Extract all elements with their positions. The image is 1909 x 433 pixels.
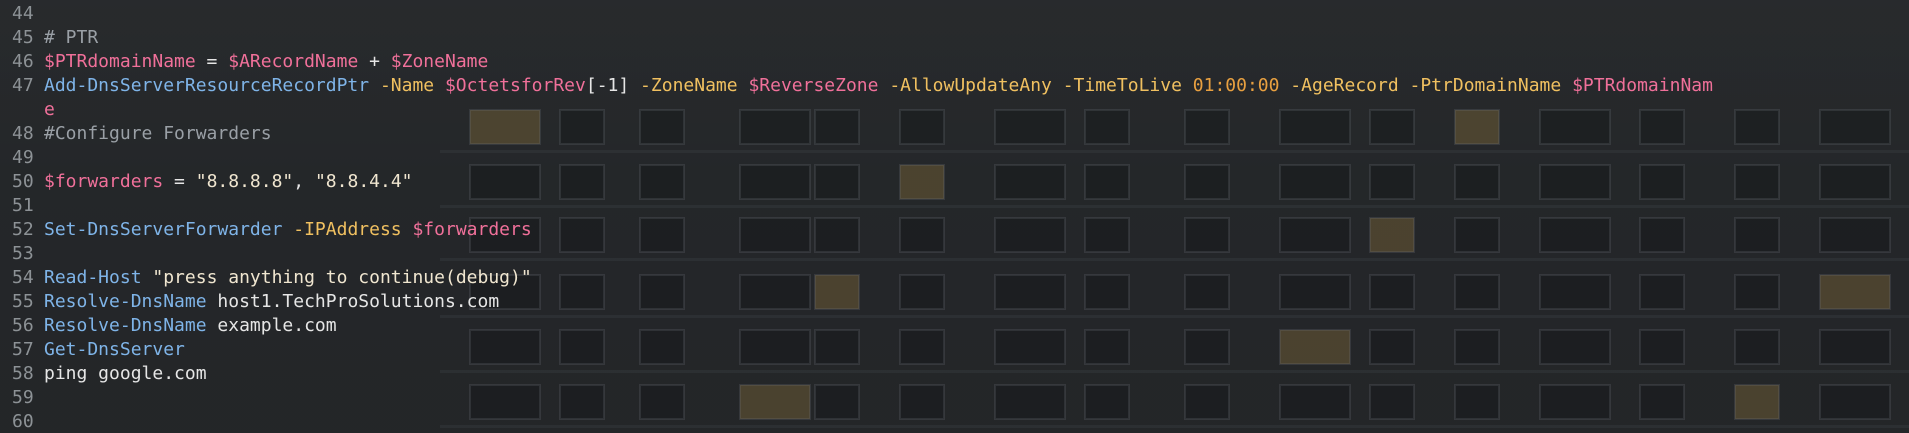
code-line[interactable]: 51 — [0, 194, 1909, 218]
code-token-command: Resolve-DnsName — [44, 291, 207, 312]
code-text[interactable]: Get-DnsServer — [44, 338, 185, 362]
code-token-variable: e — [44, 99, 55, 120]
line-number: 54 — [12, 267, 34, 288]
code-token-parameter: -AgeRecord -PtrDomainName — [1279, 75, 1573, 96]
code-token-comment: # PTR — [44, 27, 99, 48]
code-text[interactable]: ping google.com — [44, 362, 207, 386]
line-number: 47 — [12, 75, 34, 96]
code-token-variable: $PTRdomainNam — [1572, 75, 1713, 96]
line-number: 49 — [12, 147, 34, 168]
code-line[interactable]: 53 — [0, 242, 1909, 266]
code-token-number: 01:00:00 — [1192, 75, 1280, 96]
code-line[interactable]: 48 #Configure Forwarders — [0, 122, 1909, 146]
code-line[interactable]: 54 Read-Host "press anything to continue(… — [0, 266, 1909, 290]
code-token-default: = — [195, 51, 229, 72]
code-token-variable: $PTRdomainName — [44, 51, 196, 72]
code-token-default: ping google.com — [44, 363, 207, 384]
line-number: 60 — [12, 411, 34, 432]
code-token-command: Get-DnsServer — [44, 339, 185, 360]
code-token-variable: $ReverseZone — [748, 75, 879, 96]
code-token-command: Resolve-DnsName — [44, 315, 207, 336]
code-line[interactable]: 47 Add-DnsServerResourceRecordPtr -Name $… — [0, 74, 1909, 98]
code-line[interactable]: 52 Set-DnsServerForwarder -IPAddress $for… — [0, 218, 1909, 242]
code-line[interactable]: 44 — [0, 2, 1909, 26]
code-text[interactable]: # PTR — [44, 26, 98, 50]
code-token-command: Read-Host — [44, 267, 142, 288]
code-token-default: [-1] — [585, 75, 630, 96]
code-line[interactable]: 55 Resolve-DnsName host1.TechProSolutions… — [0, 290, 1909, 314]
code-token-string: "8.8.4.4" — [314, 171, 413, 192]
code-text[interactable]: Add-DnsServerResourceRecordPtr -Name $Oc… — [44, 74, 1713, 98]
code-text[interactable]: Resolve-DnsName example.com — [44, 314, 337, 338]
code-token-parameter: -AllowUpdateAny -TimeToLive — [878, 75, 1193, 96]
code-token-default: = — [163, 171, 196, 192]
line-number: 48 — [12, 123, 34, 144]
code-token-comment: #Configure Forwarders — [44, 123, 272, 144]
code-line[interactable]: 58 ping google.com — [0, 362, 1909, 386]
line-number: 44 — [12, 3, 34, 24]
code-token-default: example.com — [206, 315, 337, 336]
code-token-command: Set-DnsServerForwarder — [44, 219, 283, 240]
line-number: 59 — [12, 387, 34, 408]
line-number: 58 — [12, 363, 34, 384]
code-token-variable: $ARecordName — [228, 51, 359, 72]
code-text[interactable]: Set-DnsServerForwarder -IPAddress $forwa… — [44, 218, 532, 242]
line-number: 50 — [12, 171, 34, 192]
code-text[interactable]: #Configure Forwarders — [44, 122, 272, 146]
code-line[interactable]: e — [0, 98, 1909, 122]
line-number: 56 — [12, 315, 34, 336]
code-token-parameter: -IPAddress — [282, 219, 413, 240]
line-number: 52 — [12, 219, 34, 240]
code-line[interactable]: 50 $forwarders = "8.8.8.8", "8.8.4.4" — [0, 170, 1909, 194]
code-token-default: host1.TechProSolutions.com — [206, 291, 500, 312]
code-token-default: , — [293, 171, 315, 192]
line-number: 53 — [12, 243, 34, 264]
line-number: 46 — [12, 51, 34, 72]
code-token-command: Add-DnsServerResourceRecordPtr — [44, 75, 370, 96]
code-line[interactable]: 60 — [0, 410, 1909, 433]
line-number: 55 — [12, 291, 34, 312]
code-line[interactable]: 45 # PTR — [0, 26, 1909, 50]
code-text[interactable]: $forwarders = "8.8.8.8", "8.8.4.4" — [44, 170, 413, 194]
code-line[interactable]: 49 — [0, 146, 1909, 170]
line-number: 57 — [12, 339, 34, 360]
code-token-variable: $forwarders — [44, 171, 164, 192]
code-line[interactable]: 57 Get-DnsServer — [0, 338, 1909, 362]
line-number: 51 — [12, 195, 34, 216]
code-token-variable: $OctetsforRev — [444, 75, 586, 96]
code-editor[interactable]: 44 45 # PTR 46 $PTRdomainName = $ARecordName… — [0, 0, 1909, 433]
code-text[interactable]: Resolve-DnsName host1.TechProSolutions.c… — [44, 290, 499, 314]
line-number: 45 — [12, 27, 34, 48]
code-line[interactable]: 46 $PTRdomainName = $ARecordName + $ZoneN… — [0, 50, 1909, 74]
code-token-variable: $forwarders — [412, 219, 532, 240]
code-token-string: "press anything to continue(debug)" — [141, 267, 532, 288]
code-token-parameter: -ZoneName — [629, 75, 749, 96]
code-text[interactable]: Read-Host "press anything to continue(de… — [44, 266, 532, 290]
code-text[interactable]: e — [44, 98, 55, 122]
code-token-default: + — [358, 51, 391, 72]
code-token-string: "8.8.8.8" — [195, 171, 294, 192]
code-text[interactable]: $PTRdomainName = $ARecordName + $ZoneNam… — [44, 50, 488, 74]
code-token-parameter: -Name — [369, 75, 445, 96]
code-line[interactable]: 56 Resolve-DnsName example.com — [0, 314, 1909, 338]
code-token-variable: $ZoneName — [390, 51, 489, 72]
code-line[interactable]: 59 — [0, 386, 1909, 410]
